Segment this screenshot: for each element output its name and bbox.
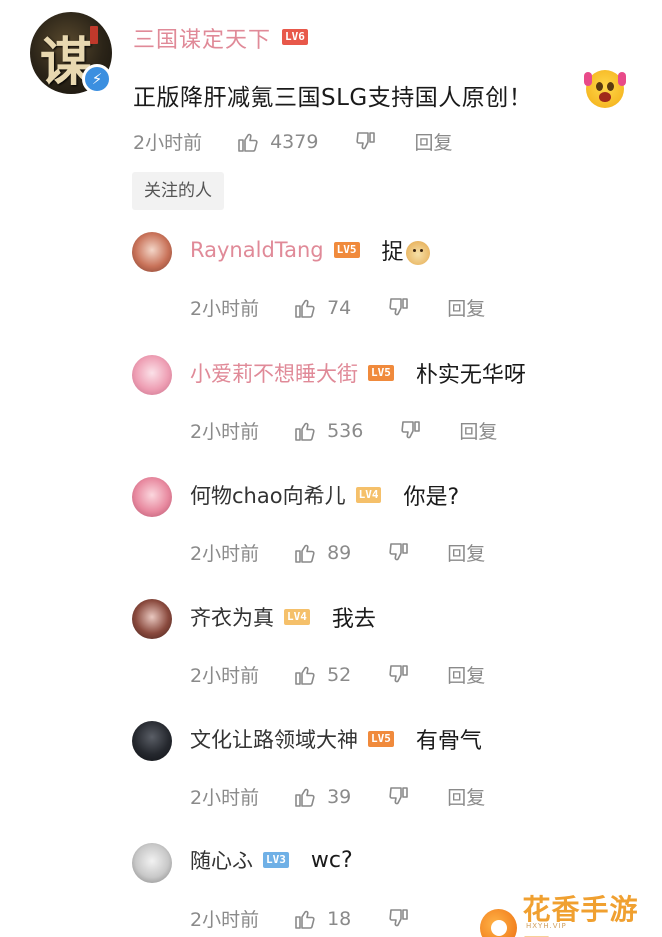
like-button[interactable]: 4379	[236, 130, 318, 154]
timestamp: 2小时前	[190, 298, 260, 320]
username[interactable]: 三国谋定天下	[133, 22, 271, 54]
thumb-up-icon	[236, 130, 260, 154]
comment-meta: 2小时前 52 回复	[190, 661, 485, 688]
level-badge: LV6	[282, 29, 308, 45]
dislike-button[interactable]	[354, 130, 378, 154]
timestamp: 2小时前	[190, 421, 260, 443]
reply-button[interactable]: 回复	[447, 294, 485, 321]
like-count: 52	[327, 663, 352, 686]
reply-text: 有骨气	[415, 729, 482, 754]
dislike-button[interactable]	[399, 419, 423, 443]
dislike-button[interactable]	[387, 296, 411, 320]
avatar[interactable]	[132, 599, 172, 639]
avatar[interactable]	[132, 843, 172, 883]
level-badge: LV4	[355, 487, 382, 503]
thumb-up-icon	[293, 296, 317, 320]
username[interactable]: 文化让路领域大神	[190, 724, 358, 754]
level-badge: LV3	[263, 852, 289, 868]
level-badge: LV5	[368, 365, 394, 381]
reply-item: 文化让路领域大神 LV5 有骨气 2小时前 39 回复	[0, 721, 662, 843]
reply-button[interactable]: 回复	[414, 128, 452, 155]
doge-emoji	[405, 241, 430, 265]
comment-meta: 2小时前 18	[190, 905, 447, 932]
timestamp: 2小时前	[190, 787, 260, 809]
reply-button[interactable]: 回复	[447, 783, 485, 810]
username[interactable]: 何物chao向希儿	[190, 480, 346, 510]
avatar[interactable]	[132, 355, 172, 395]
like-button[interactable]: 74	[293, 296, 351, 320]
reply-text: 捉	[382, 234, 430, 266]
shocked-face-emoji	[584, 70, 626, 108]
like-count: 74	[327, 296, 352, 319]
thumb-down-icon	[387, 785, 411, 809]
reply-text: 你是?	[403, 485, 460, 510]
timestamp: 2小时前	[133, 132, 203, 154]
avatar[interactable]	[132, 232, 172, 272]
like-count: 39	[327, 785, 352, 808]
level-badge: LV5	[368, 731, 394, 747]
dislike-button[interactable]	[387, 785, 411, 809]
comment-meta: 2小时前 4379 回复	[133, 128, 452, 155]
level-badge: LV5	[333, 242, 360, 258]
comment-meta: 2小时前 89 回复	[190, 539, 485, 566]
reply-button[interactable]: 回复	[447, 661, 485, 688]
reply-button[interactable]: 回复	[459, 417, 497, 444]
thumb-up-icon	[293, 785, 317, 809]
dislike-button[interactable]	[387, 907, 411, 931]
username[interactable]: 随心ふ	[190, 845, 253, 875]
like-button[interactable]: 536	[293, 419, 363, 443]
dislike-button[interactable]	[387, 541, 411, 565]
thumb-up-icon	[293, 541, 317, 565]
username[interactable]: RaynaldTang	[190, 238, 324, 262]
thumb-up-icon	[293, 419, 317, 443]
thumb-up-icon	[293, 663, 317, 687]
lightning-icon: ⚡	[82, 64, 112, 94]
timestamp: 2小时前	[190, 543, 260, 565]
like-button[interactable]: 39	[293, 785, 351, 809]
avatar[interactable]	[132, 721, 172, 761]
like-count: 18	[327, 907, 352, 930]
like-count: 4379	[270, 130, 319, 153]
thumb-down-icon	[354, 130, 378, 154]
username[interactable]: 小爱莉不想睡大街	[190, 358, 358, 388]
reply-button[interactable]: 回复	[447, 539, 485, 566]
like-button[interactable]: 52	[293, 663, 351, 687]
reply-item: RaynaldTang LV5 捉 2小时前 74 回复	[0, 232, 662, 354]
follow-tag: 关注的人	[132, 172, 224, 210]
comment-meta: 2小时前 536 回复	[190, 417, 497, 444]
comment-meta: 2小时前 39 回复	[190, 783, 485, 810]
thumb-up-icon	[293, 907, 317, 931]
reply-item: 何物chao向希儿 LV4 你是? 2小时前 89 回复	[0, 477, 662, 599]
watermark: 花香手游网 HXYH.VIP	[480, 888, 662, 937]
reply-item: 小爱莉不想睡大街 LV5 朴实无华呀 2小时前 536 回复	[0, 355, 662, 477]
username[interactable]: 齐衣为真	[190, 602, 274, 632]
level-badge: LV4	[284, 609, 310, 625]
thumb-down-icon	[387, 907, 411, 931]
like-count: 536	[327, 419, 364, 442]
reply-text: 朴实无华呀	[415, 363, 526, 388]
watermark-sub: HXYH.VIP	[526, 922, 567, 930]
dislike-button[interactable]	[387, 663, 411, 687]
like-button[interactable]: 18	[293, 907, 351, 931]
reply-text: 我去	[331, 607, 376, 632]
reply-item: 齐衣为真 LV4 我去 2小时前 52 回复	[0, 599, 662, 721]
thumb-down-icon	[387, 296, 411, 320]
avatar[interactable]	[132, 477, 172, 517]
thumb-down-icon	[399, 419, 423, 443]
timestamp: 2小时前	[190, 909, 260, 931]
comment-text: 正版降肝减氪三国SLG支持国人原创！	[133, 85, 533, 111]
like-count: 89	[327, 541, 352, 564]
like-button[interactable]: 89	[293, 541, 351, 565]
thumb-down-icon	[387, 663, 411, 687]
thumb-down-icon	[387, 541, 411, 565]
reply-text: wc?	[310, 847, 353, 873]
flower-logo-icon	[480, 909, 517, 937]
comment-meta: 2小时前 74 回复	[190, 294, 485, 321]
timestamp: 2小时前	[190, 665, 260, 687]
avatar-seal	[90, 26, 98, 44]
